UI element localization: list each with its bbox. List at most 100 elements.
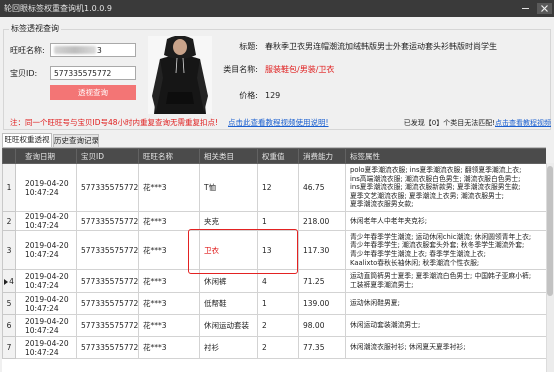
row-index: 2 (6, 216, 12, 226)
minimize-button[interactable] (518, 3, 532, 14)
column-header-tags[interactable]: 标签属性 (345, 148, 546, 164)
tag-line: 运动休闲鞋男夏; (350, 299, 400, 308)
row-selector[interactable]: 7 (2, 336, 16, 359)
cell-category: 卫衣 (199, 230, 258, 270)
row-pointer-icon (4, 278, 9, 285)
query-date: 2019-04-20 (25, 272, 69, 281)
cell-category: 衬衫 (199, 336, 258, 359)
tag-line: 夏季潮流衣服男女款; (350, 200, 414, 209)
row-index: 7 (6, 343, 12, 352)
unmatched-tutorial-link[interactable]: 点击查看教程视频 (495, 119, 551, 127)
product-price: 129 (265, 91, 281, 100)
item-id-label: 宝贝ID: (10, 69, 38, 78)
wangwang-label: 旺旺名称: (10, 46, 45, 55)
cell-tag-attributes: 休闲潮流衣服衬衫; 休闲夏天夏季衬衫; (345, 336, 546, 359)
product-category: 服装鞋包/男装/卫衣 (265, 65, 335, 74)
cell-query-date: 2019-04-20 10:47:24 (15, 211, 77, 231)
query-time: 10:47:24 (25, 281, 59, 290)
tag-line: 休闲老年人中老年夹克衫; (350, 216, 428, 225)
price-label: 价格: (239, 91, 258, 100)
table-row[interactable]: 4 2019-04-20 10:47:24 577335575772 花***3 休闲裤 4… (2, 269, 546, 293)
unmatched-text: 已发现【0】个类目无法匹配! (403, 119, 495, 127)
cell-tag-attributes: 休闲运动套装潮流男士; (345, 314, 546, 337)
cell-item-id: 577335575772 (76, 336, 139, 359)
tag-line: 青少年春季学生潮流上衣; 春季学生潮流上衣; (350, 250, 486, 258)
table-row[interactable]: 7 2019-04-20 10:47:24 577335575772 花***3 衬衫 2 7… (2, 336, 546, 359)
query-date: 2019-04-20 (25, 241, 69, 250)
title-label: 标题: (239, 42, 258, 51)
close-button[interactable] (537, 3, 552, 14)
row-index: 1 (6, 183, 12, 192)
column-header-wangwang[interactable]: 旺旺名称 (138, 148, 200, 164)
cell-query-date: 2019-04-20 10:47:24 (15, 269, 77, 293)
notice-text: 注：同一个旺旺号与宝贝ID号48小时内重复查询无需重复扣点! (10, 118, 219, 127)
unmatched-notice: 已发现【0】个类目无法匹配!点击查看教程视频 (404, 118, 551, 128)
row-selector[interactable]: 4 (2, 269, 16, 293)
row-selector[interactable]: 2 (2, 211, 16, 231)
column-header-weight[interactable]: 权重值 (257, 148, 299, 164)
tag-line: polo夏季潮流衣服; ins夏季潮流衣服; 翻领夏季潮流上衣; (350, 166, 522, 175)
tag-line: 运动直筒裤男士夏季; 夏季潮流白色男士; 中国韩子亚麻小裤; (350, 272, 532, 281)
cell-item-id: 577335575772 (76, 269, 139, 293)
cell-wangwang-name: 花***3 (138, 292, 200, 315)
cell-consumption: 218.00 (298, 211, 346, 231)
header-row: 查询日期 宝贝ID 旺旺名称 相关类目 权重值 消费能力 标签属性 (2, 148, 546, 164)
cell-query-date: 2019-04-20 10:47:24 (15, 314, 77, 337)
cell-item-id: 577335575772 (76, 163, 139, 212)
column-header-category[interactable]: 相关类目 (199, 148, 258, 164)
cell-item-id: 577335575772 (76, 292, 139, 315)
query-date: 2019-04-20 (25, 316, 69, 326)
query-button[interactable]: 透视查询 (50, 85, 136, 100)
cell-wangwang-name: 花***3 (138, 211, 200, 231)
row-selector[interactable]: 3 (2, 230, 16, 270)
query-date: 2019-04-20 (25, 338, 69, 348)
cell-wangwang-name: 花***3 (138, 230, 200, 270)
tag-line: ins高端潮流衣服; 潮流衣服白色男生; 潮流衣服白色男士; (350, 174, 521, 183)
tag-line: Kaalixto春秋长袖休闲; 秋季潮流个性衣服; (350, 258, 480, 267)
weight-grid: 查询日期 宝贝ID 旺旺名称 相关类目 权重值 消费能力 标签属性 1 2019-… (2, 148, 546, 359)
masked-text (54, 46, 96, 54)
cell-category: 低帮鞋 (199, 292, 258, 315)
minimize-icon (521, 7, 529, 10)
table-row[interactable]: 1 2019-04-20 10:47:24 577335575772 花***3 T恤 12… (2, 163, 546, 212)
row-selector[interactable]: 6 (2, 314, 16, 337)
item-id-input[interactable] (50, 66, 136, 80)
row-selector[interactable]: 1 (2, 163, 16, 212)
cell-item-id: 577335575772 (76, 211, 139, 231)
table-row[interactable]: 6 2019-04-20 10:47:24 577335575772 花***3 休闲运动… (2, 314, 546, 337)
cell-weight: 2 (257, 336, 299, 359)
cell-wangwang-name: 花***3 (138, 163, 200, 212)
table-row[interactable]: 5 2019-04-20 10:47:24 577335575772 花***3 低帮鞋 1… (2, 292, 546, 315)
table-row[interactable]: 2 2019-04-20 10:47:24 577335575772 花***3 夹克 1 2… (2, 211, 546, 231)
cell-query-date: 2019-04-20 10:47:24 (15, 336, 77, 359)
tutorial-link[interactable]: 点击此查看教程视频使用说明! (228, 118, 329, 128)
column-header-item-id[interactable]: 宝贝ID (76, 148, 139, 164)
query-time: 10:47:24 (25, 187, 59, 197)
table-row[interactable]: 3 2019-04-20 10:47:24 577335575772 花***3 卫衣 13… (2, 230, 546, 270)
cell-consumption: 139.00 (298, 292, 346, 315)
column-header-date[interactable]: 查询日期 (15, 148, 77, 164)
row-selector[interactable]: 5 (2, 292, 16, 315)
cell-tag-attributes: 青少年春季学生潮流; 运动休闲chic潮流; 休闲圆领青年上衣; 青少年春季学生;… (345, 230, 546, 270)
tag-line: 休闲运动套装潮流男士; (350, 321, 421, 330)
tag-line: 休闲潮流衣服衬衫; 休闲夏天夏季衬衫; (350, 343, 466, 352)
cell-query-date: 2019-04-20 10:47:24 (15, 230, 77, 270)
cell-weight: 13 (257, 230, 299, 270)
tab-history-records[interactable]: 历史查询记录 (53, 134, 99, 147)
query-time: 10:47:24 (25, 325, 59, 335)
scrollbar-thumb[interactable] (547, 166, 553, 296)
product-photo (148, 35, 212, 114)
cell-weight: 1 (257, 292, 299, 315)
cell-consumption: 46.75 (298, 163, 346, 212)
cell-query-date: 2019-04-20 10:47:24 (15, 292, 77, 315)
query-time: 10:47:24 (25, 347, 59, 357)
row-header-corner (2, 148, 16, 164)
tag-line: 青少年春季学生; 潮流衣服套头外套; 秋冬季学生潮流外套; (350, 241, 525, 250)
tag-line: 青少年春季学生潮流; 运动休闲chic潮流; 休闲圆领青年上衣; (350, 232, 532, 241)
query-time: 10:47:24 (25, 221, 59, 230)
weight-table[interactable]: 查询日期 宝贝ID 旺旺名称 相关类目 权重值 消费能力 标签属性 1 2019-… (2, 147, 546, 372)
tab-wangwang-weight[interactable]: 旺旺权重透视 (2, 133, 52, 147)
query-time: 10:47:24 (25, 250, 59, 259)
column-header-consumption[interactable]: 消费能力 (298, 148, 346, 164)
cell-consumption: 117.30 (298, 230, 346, 270)
